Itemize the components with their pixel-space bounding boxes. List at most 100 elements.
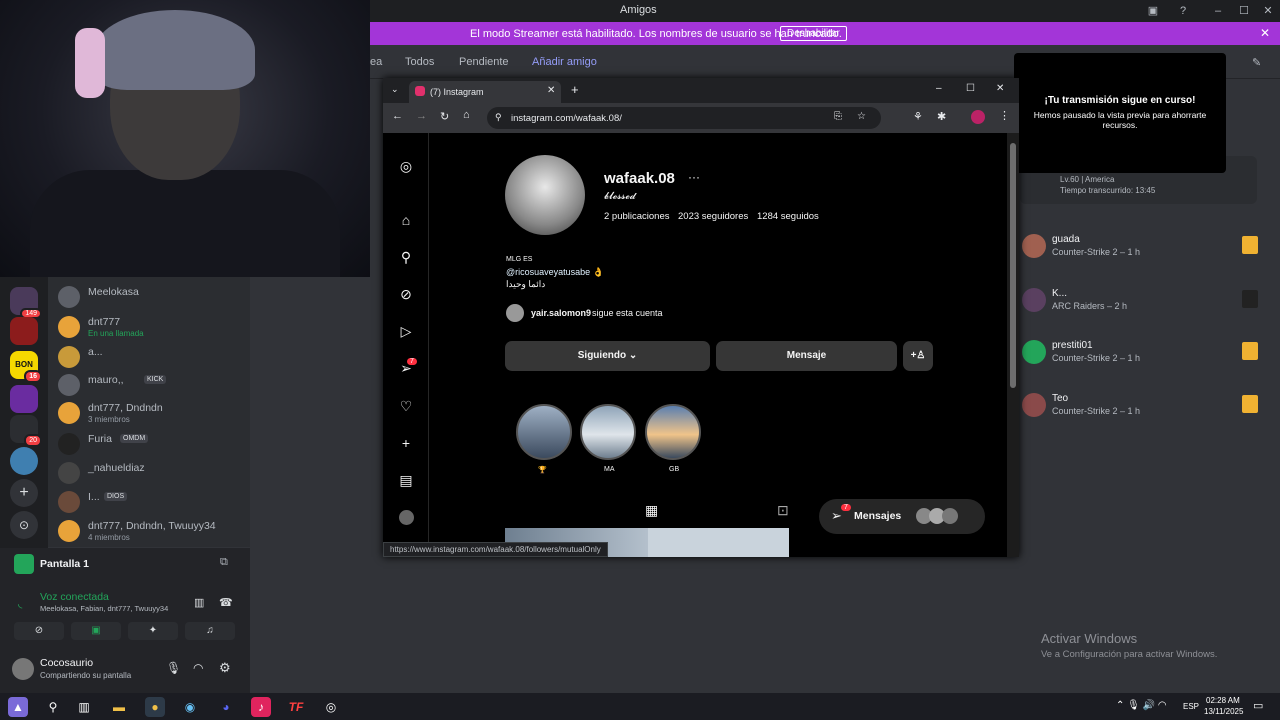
minimize-button[interactable]: – xyxy=(936,83,942,94)
discover-icon[interactable]: ⊙ xyxy=(10,511,38,539)
new-tab-icon[interactable]: + xyxy=(571,82,579,97)
list-item[interactable]: dnt777, Dndndn 3 miembros xyxy=(58,399,248,425)
clock-time[interactable]: 02:28 AM xyxy=(1206,696,1240,705)
microphone-icon[interactable]: 🎙︎ xyxy=(166,661,181,675)
extension-icon[interactable]: ⚘ xyxy=(913,110,923,123)
task-view-icon[interactable]: ▥ xyxy=(74,697,94,717)
message-button[interactable]: Mensaje xyxy=(716,341,897,371)
tab-pending[interactable]: Pendiente xyxy=(459,56,509,68)
site-info-icon[interactable]: ⚲ xyxy=(495,112,502,123)
list-item[interactable]: a... xyxy=(58,343,248,369)
list-item[interactable]: Furia OMDM xyxy=(58,430,248,456)
avatar[interactable] xyxy=(399,510,414,525)
help-icon[interactable]: ? xyxy=(1175,3,1191,19)
soundboard-icon[interactable]: ♫ xyxy=(185,622,235,640)
search-icon[interactable]: ⚲ xyxy=(43,697,63,717)
tray-icons[interactable]: ⌃ 🎙︎ 🔊 ◠ xyxy=(1116,700,1167,711)
server-icon[interactable]: 149 xyxy=(10,287,42,319)
tft-icon[interactable]: TF xyxy=(286,697,306,717)
tab-all[interactable]: Todos xyxy=(405,56,434,68)
tab-add-friend[interactable]: Añadir amigo xyxy=(532,56,597,68)
obs-icon[interactable]: ◎ xyxy=(321,697,341,717)
post-thumbnail[interactable] xyxy=(648,528,789,557)
activity-item[interactable]: K... ARC Raiders – 2 h xyxy=(1020,284,1260,324)
bookmark-star-icon[interactable]: ☆ xyxy=(857,111,866,122)
extensions-puzzle-icon[interactable]: ✱ xyxy=(937,110,946,123)
headphones-icon[interactable]: ◠ xyxy=(193,661,203,675)
discord-icon[interactable]: ◕ xyxy=(216,697,236,717)
list-item[interactable]: dnt777, Dndndn, Twuuyy34 4 miembros xyxy=(58,517,248,543)
maximize-button[interactable]: ☐ xyxy=(966,83,975,94)
highlight[interactable] xyxy=(645,404,701,460)
list-item[interactable]: I... DIOS xyxy=(58,488,248,514)
list-item[interactable]: mauro,, KICK xyxy=(58,371,248,397)
tagged-tab-icon[interactable]: ⊡ xyxy=(777,502,789,519)
profile-picture[interactable] xyxy=(505,155,585,235)
reels-icon[interactable]: ▷ xyxy=(397,322,415,340)
create-icon[interactable]: + xyxy=(397,434,415,452)
forward-icon[interactable]: → xyxy=(416,110,427,122)
explore-icon[interactable]: ⊘ xyxy=(397,285,415,303)
highlight[interactable] xyxy=(580,404,636,460)
server-icon[interactable]: BON 16 xyxy=(10,351,42,383)
avatar[interactable] xyxy=(506,304,524,322)
following-button[interactable]: Siguiendo ⌄ xyxy=(505,341,710,371)
close-icon[interactable]: ✕ xyxy=(1260,26,1270,40)
disconnect-icon[interactable]: ☎ xyxy=(219,596,233,609)
browser-tab[interactable]: (7) Instagram ✕ xyxy=(409,81,561,103)
tab-partial[interactable]: ea xyxy=(370,56,382,68)
scrollbar[interactable] xyxy=(1007,133,1019,557)
clock-date[interactable]: 13/11/2025 xyxy=(1204,707,1243,716)
search-icon[interactable]: ⚲ xyxy=(397,248,415,266)
bio-mention[interactable]: @ricosuaveyatusabe 👌 xyxy=(506,267,604,278)
inbox-icon[interactable]: ▣ xyxy=(1145,3,1161,19)
server-icon[interactable]: 20 xyxy=(10,415,42,447)
back-icon[interactable]: ← xyxy=(392,110,403,122)
list-item[interactable]: dnt777 En una llamada xyxy=(58,313,248,339)
new-group-dm-icon[interactable]: ✎ xyxy=(1252,56,1261,69)
list-item[interactable]: Meelokasa xyxy=(58,283,248,309)
minimize-button[interactable]: – xyxy=(1210,3,1226,19)
gear-icon[interactable]: ⚙ xyxy=(219,660,231,676)
screen-share-button[interactable]: ▣ xyxy=(71,622,121,640)
add-server-icon[interactable]: + xyxy=(10,479,38,507)
server-icon[interactable] xyxy=(10,317,38,345)
activity-item[interactable]: Teo Counter-Strike 2 – 1 h xyxy=(1020,389,1260,429)
close-button[interactable]: ✕ xyxy=(1260,3,1276,19)
language-indicator[interactable]: ESP xyxy=(1183,702,1199,711)
heart-icon[interactable]: ♡ xyxy=(397,397,415,415)
followers-count[interactable]: 2023 seguidores xyxy=(678,211,748,222)
popout-icon[interactable]: ⧉ xyxy=(220,556,228,569)
avatar[interactable] xyxy=(12,658,34,680)
activity-item[interactable]: prestiti01 Counter-Strike 2 – 1 h xyxy=(1020,336,1260,376)
add-person-icon[interactable]: +♙ xyxy=(903,341,933,371)
activities-icon[interactable]: ✦ xyxy=(128,622,178,640)
instagram-logo-icon[interactable]: ◎ xyxy=(397,157,415,175)
maximize-button[interactable]: ☐ xyxy=(1236,3,1252,19)
highlight[interactable] xyxy=(516,404,572,460)
home-icon[interactable]: ⌂ xyxy=(463,109,470,121)
server-icon[interactable] xyxy=(10,385,38,413)
file-explorer-icon[interactable]: ▬ xyxy=(109,697,129,717)
dashboard-icon[interactable]: ▤ xyxy=(397,471,415,489)
followed-by-user[interactable]: yair.salomon9 xyxy=(531,308,591,318)
menu-icon[interactable]: ⋮ xyxy=(999,109,1010,122)
close-tab-icon[interactable]: ✕ xyxy=(547,85,555,96)
tiktok-icon[interactable]: ♪ xyxy=(251,697,271,717)
notification-icon[interactable]: ▭ xyxy=(1253,699,1263,712)
grid-tab-icon[interactable]: ▦ xyxy=(645,502,658,519)
steam-icon[interactable]: ◉ xyxy=(180,697,200,717)
home-icon[interactable]: ⌂ xyxy=(397,211,415,229)
profile-avatar[interactable] xyxy=(971,110,985,124)
close-button[interactable]: ✕ xyxy=(996,83,1004,94)
server-icon[interactable] xyxy=(10,447,38,475)
disable-streamer-button[interactable]: Deshabilitar xyxy=(780,26,847,41)
options-icon[interactable]: ··· xyxy=(688,170,700,184)
tab-list-icon[interactable]: ⌄ xyxy=(391,84,399,95)
start-icon[interactable]: ▲ xyxy=(8,697,28,717)
activity-item[interactable]: guada Counter-Strike 2 – 1 h xyxy=(1020,230,1260,270)
install-app-icon[interactable]: ⎘ xyxy=(834,111,842,122)
list-item[interactable]: _nahueldiaz xyxy=(58,459,248,485)
url-input[interactable]: ⚲ instagram.com/wafaak.08/ ☆ ⎘ xyxy=(487,107,881,129)
camera-off-icon[interactable]: ⊘ xyxy=(14,622,64,640)
